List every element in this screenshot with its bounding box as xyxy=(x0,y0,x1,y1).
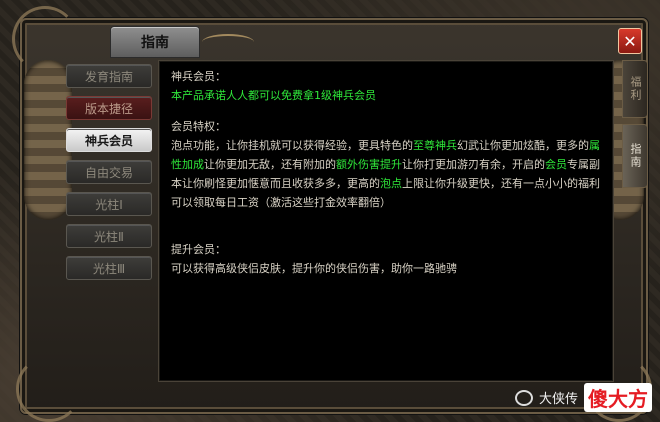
nav-item-trade[interactable]: 自由交易 xyxy=(66,160,152,184)
privilege-paragraph: 泡点功能，让你挂机就可以获得经验，更具特色的至尊神兵幻武让你更加炫酷，更多的属性… xyxy=(171,139,600,209)
section-heading: 神兵会员： xyxy=(171,70,226,83)
wechat-icon xyxy=(514,389,533,406)
nav-item-development[interactable]: 发育指南 xyxy=(66,64,152,88)
close-button[interactable]: ✕ xyxy=(618,28,642,54)
corner-ornament xyxy=(16,356,82,422)
title-ornament xyxy=(202,34,254,50)
guide-window: 指南 ✕ 福利 指南 发育指南 版本捷径 神兵会员 自由交易 光柱Ⅰ 光柱Ⅱ 光… xyxy=(12,6,652,422)
nav-item-light-3[interactable]: 光柱Ⅲ xyxy=(66,256,152,280)
side-tab-zhinan[interactable]: 指南 xyxy=(622,124,648,188)
upgrade-paragraph: 可以获得高级侠侣皮肤，提升你的侠侣伤害，助你一路驰骋 xyxy=(171,262,457,275)
guide-nav: 发育指南 版本捷径 神兵会员 自由交易 光柱Ⅰ 光柱Ⅱ 光柱Ⅲ xyxy=(66,64,152,288)
dragon-ornament-left xyxy=(24,60,72,220)
window-title: 指南 xyxy=(110,26,200,58)
section-heading: 提升会员： xyxy=(171,243,226,256)
watermark-text: 大侠传 xyxy=(538,392,578,407)
section-heading: 会员特权： xyxy=(171,120,226,133)
promo-text: 本产品承诺人人都可以免费拿1级神兵会员 xyxy=(171,89,376,102)
watermark: 大侠传 傻大方 xyxy=(514,383,652,412)
nav-item-light-2[interactable]: 光柱Ⅱ xyxy=(66,224,152,248)
watermark-logo: 傻大方 xyxy=(584,383,652,412)
content-panel: 神兵会员： 本产品承诺人人都可以免费拿1级神兵会员 会员特权： 泡点功能，让你挂… xyxy=(158,60,614,382)
nav-item-membership[interactable]: 神兵会员 xyxy=(66,128,152,152)
nav-item-light-1[interactable]: 光柱Ⅰ xyxy=(66,192,152,216)
side-tab-fuli[interactable]: 福利 xyxy=(622,60,648,118)
nav-item-shortcut[interactable]: 版本捷径 xyxy=(66,96,152,120)
